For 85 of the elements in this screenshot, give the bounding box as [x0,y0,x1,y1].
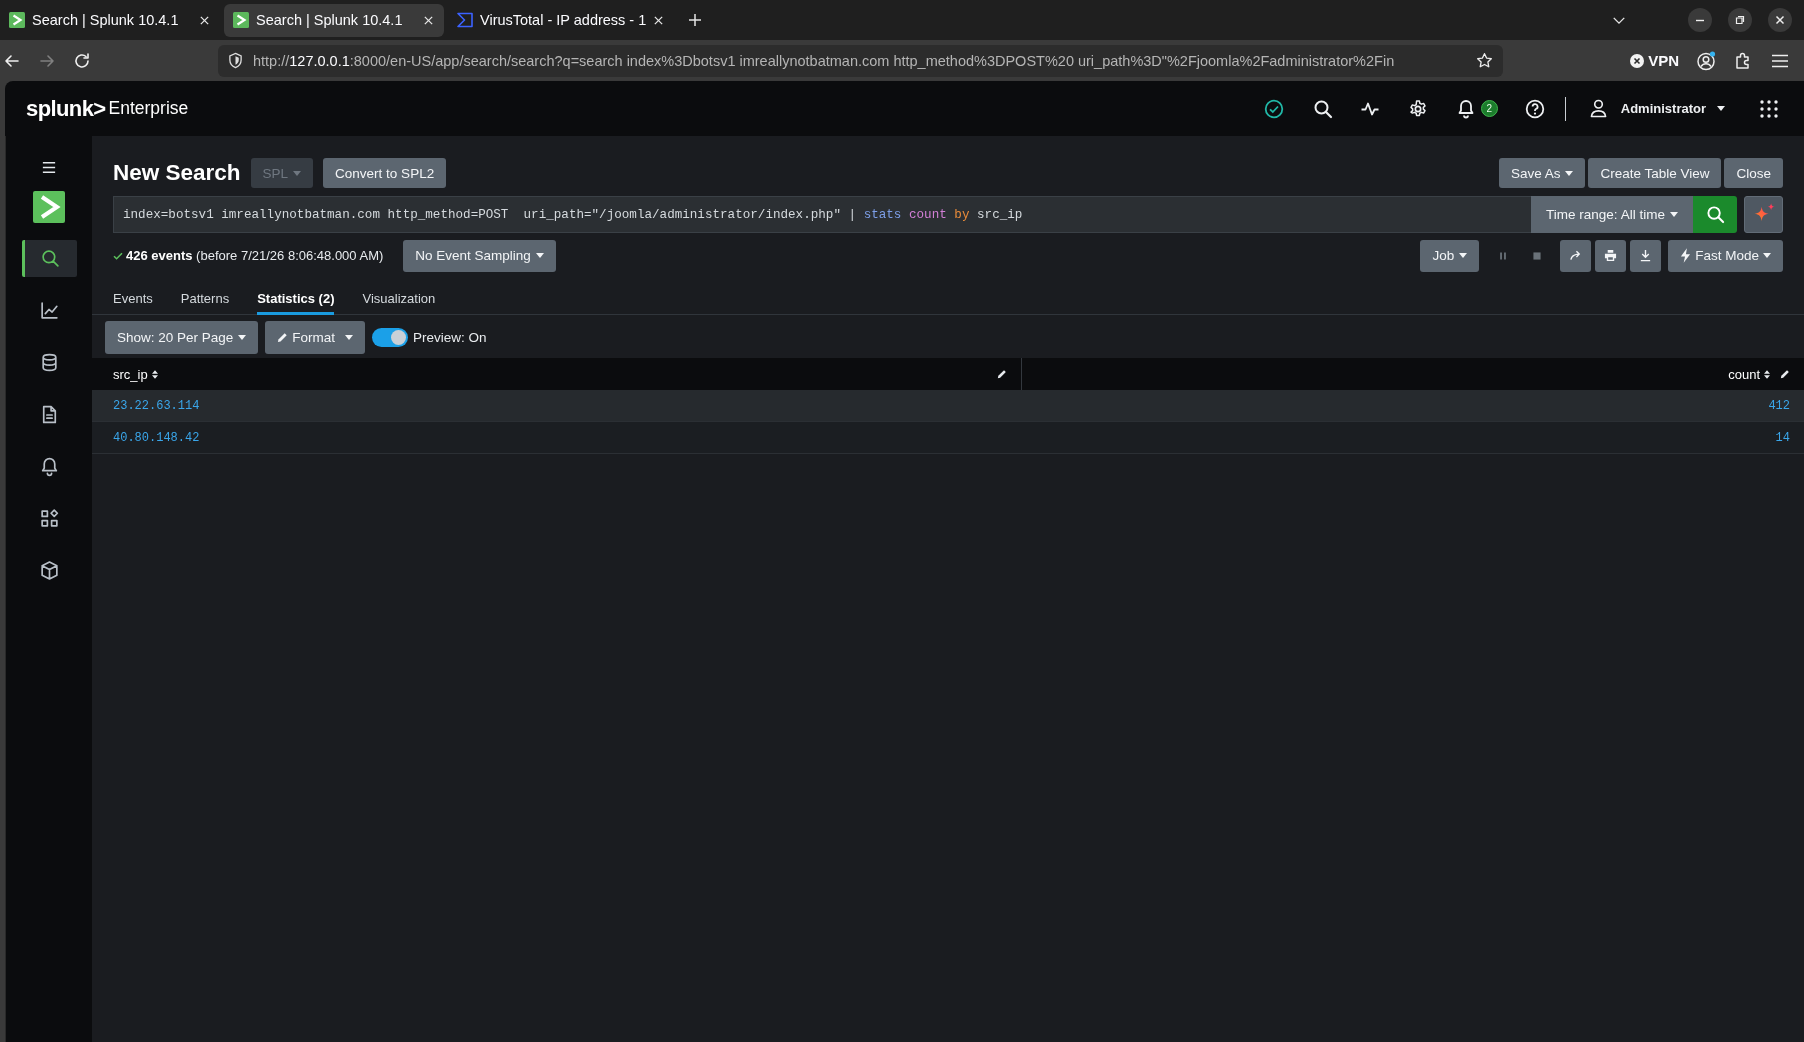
action-button[interactable]: Close [1724,158,1783,188]
convert-button[interactable]: Convert to SPL2 [323,158,447,188]
browser-tab[interactable]: Search | Splunk 10.4.1 [224,3,444,37]
user-menu[interactable]: Administrator [1589,99,1725,118]
table-cell[interactable]: 40.80.148.42 [113,430,200,445]
curved-arrow-icon [1569,249,1583,262]
sampling-dropdown[interactable]: No Event Sampling [403,239,556,272]
notification-badge[interactable]: 2 [1480,100,1498,117]
plus-icon[interactable] [688,13,702,27]
print-button[interactable] [1595,239,1627,272]
help-icon[interactable] [1524,98,1545,119]
sort-icon[interactable] [1764,369,1770,379]
caret-icon [345,335,354,340]
format-dropdown[interactable]: Format [265,321,366,354]
grid-icon[interactable] [38,507,60,529]
search-button[interactable] [1693,196,1737,233]
close-icon[interactable] [1768,8,1792,32]
tab[interactable]: Statistics (2) [257,282,335,315]
table-cell[interactable]: 412 [1768,398,1790,413]
time-range-dropdown[interactable]: Time range: All time [1531,196,1693,233]
caret-icon [293,170,302,176]
caret-icon [238,335,247,340]
restore-icon[interactable] [1728,8,1752,32]
sort-icon[interactable] [151,369,158,379]
pencil-icon[interactable] [1780,369,1790,379]
shield-icon[interactable] [228,52,243,69]
caret-icon [535,253,544,258]
minimize-icon[interactable] [1688,8,1712,32]
column-header[interactable]: count [1728,366,1760,382]
menu-icon[interactable] [1771,53,1789,68]
lightning-icon [1680,248,1692,263]
action-dropdown[interactable]: Save As [1498,158,1586,188]
close-icon[interactable] [653,14,665,26]
page-title: New Search [113,160,241,186]
table-cell[interactable]: 14 [1775,430,1790,445]
share-button[interactable] [1560,239,1592,272]
caret-icon [1459,253,1468,258]
caret-icon [1717,106,1725,111]
close-icon[interactable] [423,14,434,26]
table-cell[interactable]: 23.22.63.114 [113,398,200,413]
browser-tab[interactable]: Search | Splunk 10.4.1 [0,3,220,37]
pencil-icon[interactable] [997,369,1007,379]
tab[interactable]: Patterns [180,282,230,315]
search-icon [1705,205,1725,224]
action-button[interactable]: Create Table View [1588,158,1722,188]
printer-icon [1604,249,1618,262]
x-circle-icon [1630,53,1645,68]
settings-icon[interactable] [1407,98,1428,119]
chevron-flag-icon [457,12,473,28]
grid-icon[interactable] [1759,98,1779,119]
menu-icon[interactable] [42,161,56,174]
column-header[interactable]: src_ip [113,366,148,382]
preview-toggle[interactable] [372,328,409,347]
caret-icon [1763,253,1771,258]
chevron-logo-icon [9,12,25,28]
page-size-dropdown[interactable]: Show: 20 Per Page [105,321,259,354]
tab[interactable]: Events [113,282,153,315]
caret-icon [1669,212,1678,217]
chevron-logo-icon [233,12,249,28]
cube-icon[interactable] [38,559,60,581]
close-icon[interactable] [199,14,210,26]
person-icon [1589,99,1607,118]
product-name: Enterprise [108,98,189,119]
mode-dropdown[interactable]: Fast Mode [1668,239,1783,272]
pencil-icon [277,332,289,343]
job-dropdown[interactable]: Job [1420,239,1480,272]
event-count-text: 426 events (before 7/21/26 8:06:48.000 AM) [126,248,384,263]
search-input[interactable]: index=botsv1 imreallynotbatman.com http_method=POST uri_path="/joomla/administrator/index.php" | stats count by src_ip [113,196,1531,233]
preview-label: Preview: On [413,330,487,345]
vpn-button[interactable]: VPN [1630,52,1679,69]
check-icon [113,251,123,260]
chevron-down-icon[interactable] [1612,15,1626,25]
export-button[interactable] [1630,239,1662,272]
star-icon[interactable] [1476,52,1493,69]
browser-tab[interactable]: VirusTotal - IP address - 1 [448,3,668,37]
account-icon[interactable] [1696,50,1716,71]
address-bar[interactable]: http://127.0.0.1:8000/en-US/app/search/search?q=search index%3Dbotsv1 imreallynotbatman.com http_method%3DPOST%20 uri_path%3D"%2Fjoomla%2Fadministrator%2Fin [218,44,1503,77]
tab[interactable]: Visualization [362,282,436,315]
circular-arrow-icon[interactable] [73,51,91,70]
download-icon [1639,249,1653,262]
check-circle-icon[interactable] [1263,98,1284,119]
search-icon[interactable] [1312,98,1333,119]
splunk-logo[interactable]: splunk> [26,95,106,122]
search-icon[interactable] [21,239,77,277]
line-chart-icon[interactable] [38,299,60,321]
